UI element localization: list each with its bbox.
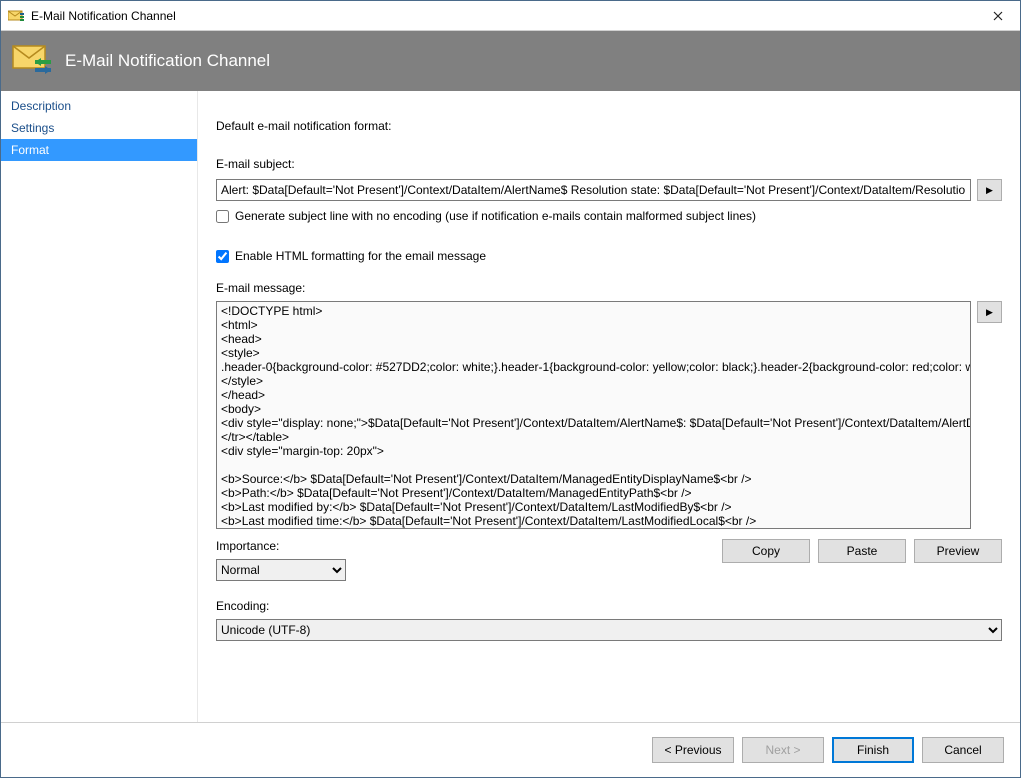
cancel-button[interactable]: Cancel bbox=[922, 737, 1004, 763]
sidebar-item-label: Format bbox=[11, 143, 49, 157]
subject-input[interactable] bbox=[216, 179, 971, 201]
sidebar-item-label: Description bbox=[11, 99, 71, 113]
app-icon bbox=[7, 7, 25, 25]
previous-button[interactable]: < Previous bbox=[652, 737, 734, 763]
encoding-label: Encoding: bbox=[216, 599, 1002, 613]
close-button[interactable] bbox=[975, 1, 1020, 30]
importance-select[interactable]: Normal bbox=[216, 559, 346, 581]
no-encoding-label[interactable]: Generate subject line with no encoding (… bbox=[235, 209, 756, 223]
banner: E-Mail Notification Channel bbox=[1, 31, 1020, 91]
arrow-right-icon: ▶ bbox=[986, 307, 993, 318]
banner-icon bbox=[11, 42, 55, 81]
window-title: E-Mail Notification Channel bbox=[31, 9, 975, 23]
main-panel: Default e-mail notification format: E-ma… bbox=[198, 91, 1020, 722]
message-insert-button[interactable]: ▶ bbox=[977, 301, 1002, 323]
message-textarea[interactable] bbox=[216, 301, 971, 529]
arrow-right-icon: ▶ bbox=[986, 185, 993, 196]
finish-button[interactable]: Finish bbox=[832, 737, 914, 763]
no-encoding-checkbox[interactable] bbox=[216, 210, 229, 223]
sidebar-item-label: Settings bbox=[11, 121, 54, 135]
message-label: E-mail message: bbox=[216, 281, 1002, 295]
sidebar-item-description[interactable]: Description bbox=[1, 95, 197, 117]
preview-button[interactable]: Preview bbox=[914, 539, 1002, 563]
banner-title: E-Mail Notification Channel bbox=[65, 51, 270, 71]
sidebar-item-settings[interactable]: Settings bbox=[1, 117, 197, 139]
sidebar: Description Settings Format bbox=[1, 91, 198, 722]
encoding-select[interactable]: Unicode (UTF-8) bbox=[216, 619, 1002, 641]
intro-label: Default e-mail notification format: bbox=[216, 119, 1002, 133]
titlebar: E-Mail Notification Channel bbox=[1, 1, 1020, 31]
copy-button[interactable]: Copy bbox=[722, 539, 810, 563]
importance-label: Importance: bbox=[216, 539, 416, 553]
dialog-body: Description Settings Format Default e-ma… bbox=[1, 91, 1020, 722]
dialog-window: E-Mail Notification Channel E-Mail Notif… bbox=[0, 0, 1021, 778]
paste-button[interactable]: Paste bbox=[818, 539, 906, 563]
html-format-checkbox[interactable] bbox=[216, 250, 229, 263]
subject-insert-button[interactable]: ▶ bbox=[977, 179, 1002, 201]
subject-label: E-mail subject: bbox=[216, 157, 1002, 171]
close-icon bbox=[993, 8, 1003, 24]
next-button: Next > bbox=[742, 737, 824, 763]
footer: < Previous Next > Finish Cancel bbox=[1, 722, 1020, 777]
sidebar-item-format[interactable]: Format bbox=[1, 139, 197, 161]
html-format-label[interactable]: Enable HTML formatting for the email mes… bbox=[235, 249, 486, 263]
